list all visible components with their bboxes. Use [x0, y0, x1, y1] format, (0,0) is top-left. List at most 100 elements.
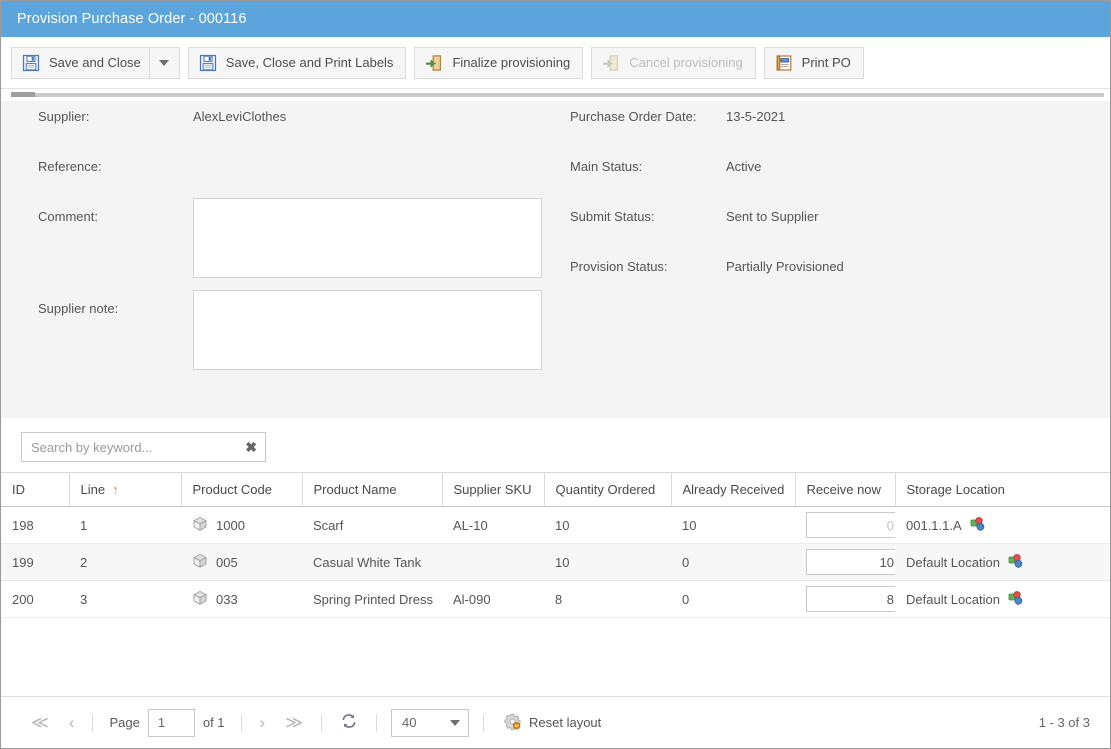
save-close-print-labels-label: Save, Close and Print Labels: [225, 55, 394, 70]
product-box-icon: [192, 516, 208, 535]
door-exit-green-arrow-icon: [425, 54, 443, 72]
scrollbar-thumb[interactable]: [11, 92, 35, 97]
print-po-label: Print PO: [801, 55, 851, 70]
cell-already-received: 10: [671, 506, 795, 544]
purchase-order-date-label: Purchase Order Date:: [570, 109, 697, 124]
cell-product-name: Scarf: [302, 506, 442, 544]
form-horizontal-scrollbar[interactable]: [1, 89, 1110, 101]
door-exit-green-arrow-icon: [602, 54, 620, 72]
save-close-print-labels-button[interactable]: Save, Close and Print Labels: [187, 46, 407, 79]
column-header-product-name[interactable]: Product Name: [301, 472, 442, 507]
grid-pager: ≪ ‹ Page 1 of 1 › ≫ 40 Reset layout 1 - …: [1, 696, 1110, 748]
storage-cubes-icon[interactable]: [1008, 590, 1024, 609]
scrollbar-track[interactable]: [11, 93, 1104, 97]
column-header-id[interactable]: ID: [1, 472, 69, 507]
purchase-order-lines-grid: Search by keyword... ✖ ID Line ↑ Product…: [1, 418, 1110, 618]
column-header-storage-location[interactable]: Storage Location: [894, 472, 1110, 507]
divider: [376, 713, 377, 732]
column-header-receive-now[interactable]: Receive now: [794, 472, 895, 507]
window-title: Provision Purchase Order - 000116: [17, 11, 247, 27]
page-label: Page: [109, 715, 140, 730]
save-and-close-button[interactable]: Save and Close: [11, 46, 150, 79]
lines-table: ID Line ↑ Product Code Product Name Suppl…: [1, 472, 1110, 618]
main-status-label: Main Status:: [570, 159, 643, 174]
print-po-button[interactable]: Print PO: [763, 46, 864, 79]
cell-receive-now: 8: [795, 580, 895, 618]
purchase-order-details-panel: Supplier: AlexLeviClothes Reference: Com…: [1, 101, 1110, 418]
column-header-quantity-ordered[interactable]: Quantity Ordered: [543, 472, 671, 507]
last-page-button[interactable]: ≫: [275, 714, 313, 731]
supplier-label: Supplier:: [38, 109, 90, 124]
first-page-button[interactable]: ≪: [21, 714, 59, 731]
finalize-provisioning-label: Finalize provisioning: [452, 55, 571, 70]
table-row[interactable]: 199 2 005 Casual White Tank 10 0 10 Defa…: [1, 543, 1110, 581]
cancel-provisioning-button[interactable]: Cancel provisioning: [591, 46, 756, 79]
report-notepad-icon: [775, 54, 793, 72]
page-size-select[interactable]: 40: [391, 708, 469, 737]
table-row[interactable]: 200 3 033 Spring Printed Dress Al-090 8 …: [1, 580, 1110, 618]
toolbar: Save and Close Save, Close and Print Lab…: [1, 37, 1110, 89]
search-placeholder: Search by keyword...: [31, 439, 153, 455]
cell-already-received: 0: [671, 580, 795, 618]
product-box-icon: [192, 553, 208, 572]
column-header-line[interactable]: Line ↑: [68, 472, 181, 507]
storage-cubes-icon[interactable]: [970, 516, 986, 535]
cell-line: 2: [69, 543, 181, 581]
reference-label: Reference:: [38, 159, 102, 174]
storage-location-text: Default Location: [906, 554, 1000, 570]
cell-product-name: Casual White Tank: [302, 543, 442, 581]
cell-product-code: 033: [181, 580, 302, 618]
storage-location-text: 001.1.1.A: [906, 517, 962, 533]
table-row[interactable]: 198 1 1000 Scarf AL-10 10 10 0 001.1.1.A: [1, 506, 1110, 544]
page-number-input[interactable]: 1: [147, 708, 195, 737]
receive-now-input[interactable]: 8: [806, 586, 895, 612]
cell-line: 3: [69, 580, 181, 618]
cell-receive-now: 10: [795, 543, 895, 581]
cell-quantity-ordered: 8: [544, 580, 671, 618]
divider: [483, 713, 484, 732]
storage-location-text: Default Location: [906, 591, 1000, 607]
divider: [92, 713, 94, 732]
next-page-button[interactable]: ›: [250, 714, 276, 731]
cell-id: 199: [1, 543, 69, 581]
search-input[interactable]: Search by keyword... ✖: [21, 432, 266, 462]
finalize-provisioning-button[interactable]: Finalize provisioning: [414, 46, 584, 79]
clear-x-icon[interactable]: ✖: [245, 440, 257, 454]
cell-already-received: 0: [671, 543, 795, 581]
product-code-text: 005: [216, 554, 238, 570]
product-box-icon: [192, 590, 208, 609]
cell-quantity-ordered: 10: [544, 543, 671, 581]
receive-now-input[interactable]: 0: [806, 512, 895, 538]
supplier-note-textarea[interactable]: [193, 290, 542, 370]
receive-now-input[interactable]: 10: [806, 549, 895, 575]
cell-supplier-sku: [442, 543, 544, 581]
cell-product-code: 1000: [181, 506, 302, 544]
storage-cubes-icon[interactable]: [1008, 553, 1024, 572]
product-code-text: 1000: [216, 517, 245, 533]
reset-layout-button[interactable]: Reset layout: [504, 713, 601, 733]
column-header-supplier-sku[interactable]: Supplier SKU: [441, 472, 544, 507]
refresh-icon[interactable]: [340, 712, 358, 733]
cell-receive-now: 0: [795, 506, 895, 544]
column-header-product-code[interactable]: Product Code: [180, 472, 302, 507]
save-floppy-icon: [22, 54, 40, 72]
column-header-already-received[interactable]: Already Received: [670, 472, 795, 507]
purchase-order-date-value: 13-5-2021: [726, 109, 786, 124]
window-title-bar: Provision Purchase Order - 000116: [1, 1, 1110, 37]
table-body: 198 1 1000 Scarf AL-10 10 10 0 001.1.1.A…: [1, 506, 1110, 618]
cell-product-name: Spring Printed Dress: [302, 580, 442, 618]
provision-status-label: Provision Status:: [570, 259, 668, 274]
comment-textarea[interactable]: [193, 198, 542, 278]
submit-status-label: Submit Status:: [570, 209, 655, 224]
divider: [240, 713, 242, 732]
submit-status-value: Sent to Supplier: [726, 209, 819, 224]
previous-page-button[interactable]: ‹: [59, 714, 85, 731]
cell-line: 1: [69, 506, 181, 544]
provision-purchase-order-window: Provision Purchase Order - 000116 Save a…: [0, 0, 1111, 749]
cell-id: 198: [1, 506, 69, 544]
cell-supplier-sku: Al-090: [442, 580, 544, 618]
chevron-down-icon: [450, 719, 460, 726]
cell-storage-location: Default Location: [895, 543, 1110, 581]
cell-quantity-ordered: 10: [544, 506, 671, 544]
save-and-close-dropdown-button[interactable]: [149, 46, 180, 79]
